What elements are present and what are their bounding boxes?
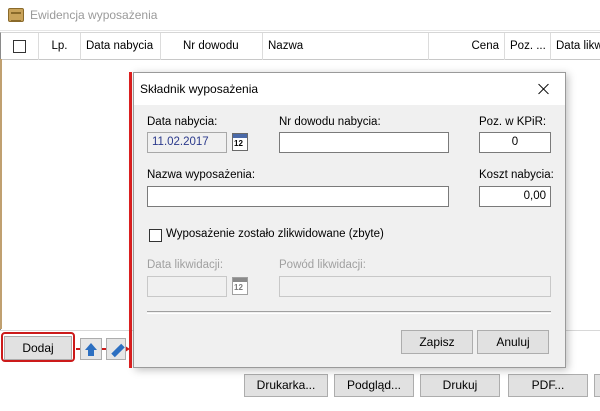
- column-header-position[interactable]: Poz. ...: [505, 33, 551, 60]
- document-number-label: Nr dowodu nabycia:: [279, 116, 381, 128]
- kpir-position-label: Poz. w KPiR:: [479, 116, 547, 128]
- cancel-button[interactable]: Anuluj: [477, 330, 549, 354]
- calendar-icon[interactable]: 12: [232, 133, 248, 151]
- column-header-purchase-date[interactable]: Data nabycia: [81, 33, 161, 60]
- liquidation-calendar-icon: 12: [232, 277, 248, 295]
- liquidation-date-field: [147, 276, 227, 297]
- select-all-checkbox[interactable]: [13, 40, 26, 53]
- main-window-titlebar: Ewidencja wyposażenia: [0, 0, 600, 31]
- move-up-button[interactable]: [80, 338, 102, 360]
- dialog-title: Składnik wyposażenia: [140, 82, 259, 96]
- calendar-icon-text: 12: [234, 139, 243, 148]
- pdf-button[interactable]: PDF...: [508, 374, 588, 397]
- grid-header: Lp. Data nabycia Nr dowodu Nazwa Cena Po…: [1, 33, 600, 60]
- purchase-cost-label: Koszt nabycia:: [479, 169, 554, 181]
- app-icon: [8, 8, 24, 22]
- edit-button[interactable]: [106, 338, 126, 360]
- liquidated-checkbox-label[interactable]: Wyposażenie zostało zlikwidowane (zbyte): [166, 228, 384, 240]
- kpir-position-input[interactable]: 0: [479, 132, 551, 153]
- arrow-up-icon: [85, 343, 97, 350]
- liquidation-reason-label: Powód likwidacji:: [279, 259, 366, 271]
- column-header-liquidation-date[interactable]: Data likw: [551, 33, 600, 60]
- purchase-date-label: Data nabycia:: [147, 116, 218, 128]
- print-button[interactable]: Drukuj: [420, 374, 500, 397]
- purchase-date-field[interactable]: 11.02.2017: [147, 132, 227, 153]
- dialog-titlebar[interactable]: Składnik wyposażenia: [134, 73, 565, 105]
- add-button-highlight: [1, 332, 75, 362]
- item-name-label: Nazwa wyposażenia:: [147, 169, 256, 181]
- liquidated-checkbox[interactable]: [149, 229, 162, 242]
- document-number-input[interactable]: [279, 132, 449, 153]
- printer-button[interactable]: Drukarka...: [244, 374, 328, 397]
- arrow-up-icon-stem: [88, 350, 94, 356]
- purchase-cost-input[interactable]: 0,00: [479, 186, 551, 207]
- close-icon[interactable]: [534, 79, 554, 99]
- column-header-price[interactable]: Cena: [429, 33, 505, 60]
- main-window-title: Ewidencja wyposażenia: [30, 8, 158, 22]
- dialog-separator: [147, 311, 551, 314]
- item-name-input[interactable]: [147, 186, 449, 207]
- liquidation-date-label: Data likwidacji:: [147, 259, 224, 271]
- dialog-highlight-bar: [129, 72, 132, 368]
- column-header-lp[interactable]: Lp.: [39, 33, 81, 60]
- save-button[interactable]: Zapisz: [401, 330, 473, 354]
- liquidation-reason-input: [279, 276, 551, 297]
- select-all-column: [1, 33, 39, 60]
- liquidation-calendar-icon-text: 12: [234, 283, 243, 292]
- column-header-document-number[interactable]: Nr dowodu: [161, 33, 263, 60]
- preview-button[interactable]: Podgląd...: [334, 374, 414, 397]
- equipment-item-dialog: Składnik wyposażenia Data nabycia: 11.02…: [133, 72, 566, 368]
- pencil-icon: [111, 343, 125, 358]
- more-button[interactable]: [594, 374, 600, 397]
- grid-left-edge: [0, 59, 2, 329]
- column-header-name[interactable]: Nazwa: [263, 33, 429, 60]
